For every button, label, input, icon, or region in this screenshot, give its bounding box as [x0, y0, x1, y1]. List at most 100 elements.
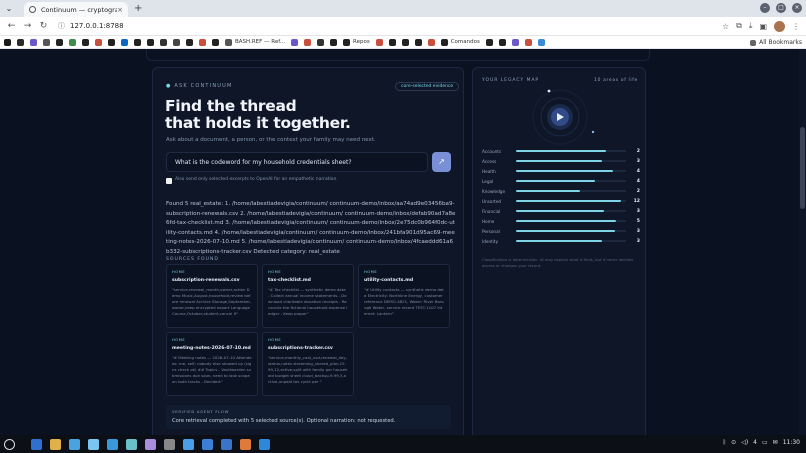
start-menu-icon[interactable] [4, 438, 15, 450]
taskbar-app-icon[interactable] [164, 438, 175, 450]
bookmark-item[interactable] [43, 38, 50, 46]
close-tab-icon[interactable]: × [117, 6, 123, 14]
bluetooth-icon[interactable]: ᛒ [723, 439, 727, 446]
new-tab-icon[interactable]: + [134, 3, 142, 14]
question-input[interactable]: What is the codeword for my household cr… [166, 152, 428, 172]
bookmark-item[interactable] [173, 38, 180, 46]
minimize-icon[interactable]: – [760, 3, 770, 13]
source-card[interactable]: HOME meeting-notes-2026-07-10.md "# Meet… [166, 332, 258, 396]
legacy-row-accounts[interactable]: Accounts 2 [482, 146, 640, 156]
legacy-row-home[interactable]: Home 5 [482, 216, 640, 226]
source-card[interactable]: HOME subscriptions-tracker.csv "service,… [262, 332, 354, 396]
bookmark-item[interactable] [108, 38, 115, 46]
bookmark-item[interactable] [82, 38, 89, 46]
reload-icon[interactable]: ↻ [38, 21, 49, 31]
taskbar-app-icon[interactable] [107, 438, 118, 450]
bookmark-item[interactable] [375, 38, 383, 46]
bookmark-item[interactable] [401, 38, 409, 46]
legacy-row-legal[interactable]: Legal 4 [482, 176, 640, 186]
bookmark-item[interactable] [186, 38, 193, 46]
source-card[interactable]: HOME utility-contacts.md "# Utility cont… [358, 264, 450, 328]
tab-continuum[interactable]: Continuum — cryptograph × [24, 2, 128, 17]
taskbar-app-icon[interactable] [221, 438, 232, 450]
all-bookmarks-button[interactable]: All Bookmarks [746, 36, 802, 48]
legacy-row-name: Home [482, 218, 495, 224]
legacy-row-count: 5 [636, 218, 640, 224]
taskbar-app-icon[interactable] [69, 438, 80, 450]
scrollbar-thumb[interactable] [800, 127, 805, 209]
legacy-row-financial[interactable]: Financial 3 [482, 206, 640, 216]
bookmark-item[interactable] [69, 38, 76, 46]
send-button[interactable]: ↗ [432, 152, 451, 172]
bookmark-item[interactable] [304, 38, 312, 46]
legacy-row-personal[interactable]: Personal 3 [482, 226, 640, 236]
bookmark-item[interactable]: Comandos [440, 38, 480, 46]
narration-checkbox[interactable] [166, 178, 172, 184]
source-card[interactable]: HOME tax-checklist.md "# Tax checklist —… [262, 264, 354, 328]
taskbar-app-icon[interactable] [50, 438, 61, 450]
volume-icon[interactable]: ◁) [741, 439, 748, 446]
back-icon[interactable]: ← [6, 21, 17, 31]
bookmark-star-icon[interactable]: ☆ [722, 22, 729, 31]
taskbar-app-icon[interactable] [259, 438, 270, 450]
bookmark-item[interactable] [330, 38, 338, 46]
address-bar[interactable]: ⓘ 127.0.0.1:8788 [54, 20, 722, 33]
clock[interactable]: 11:30 [783, 439, 800, 446]
source-card[interactable]: HOME subscription-renewals.csv "service,… [166, 264, 258, 328]
bookmark-item[interactable] [537, 38, 545, 46]
network-icon[interactable]: ⊙ [731, 439, 736, 446]
bookmark-item[interactable] [414, 38, 422, 46]
taskbar-app-icon[interactable] [126, 438, 137, 450]
bookmark-item[interactable] [427, 38, 435, 46]
bookmark-favicon-icon [173, 38, 180, 46]
menu-icon[interactable]: ⋮ [792, 22, 800, 31]
bookmark-item[interactable] [511, 38, 519, 46]
legacy-row-health[interactable]: Health 4 [482, 166, 640, 176]
download-icon[interactable]: ⤓ [749, 21, 753, 31]
bookmark-item[interactable] [121, 38, 128, 46]
bookmark-item[interactable]: Repos [343, 38, 370, 46]
legacy-row-unsorted[interactable]: Unsorted 12 [482, 196, 640, 206]
battery-icon[interactable]: ▭ [762, 439, 768, 446]
bookmark-item[interactable] [524, 38, 532, 46]
dot-icon: ● [166, 83, 172, 89]
taskbar-app-icon[interactable] [145, 438, 156, 450]
bookmark-item[interactable] [95, 38, 102, 46]
bookmark-item[interactable] [291, 38, 299, 46]
notifications-icon[interactable]: ✉ [773, 439, 778, 446]
extensions-icon[interactable]: ⧉ [736, 21, 742, 31]
legacy-row-identity[interactable]: Identity 3 [482, 236, 640, 246]
bookmark-item[interactable] [160, 38, 167, 46]
bookmark-item[interactable] [498, 38, 506, 46]
bookmark-item[interactable] [485, 38, 493, 46]
tab-search-icon[interactable]: ⌄ [3, 3, 15, 15]
bookmark-item[interactable]: BASH.REF — Ref... [225, 38, 285, 46]
bookmark-item[interactable] [147, 38, 154, 46]
maximize-icon[interactable]: □ [776, 3, 786, 13]
forward-icon[interactable]: → [22, 21, 33, 31]
bookmark-item[interactable] [212, 38, 219, 46]
source-kind: HOME [172, 338, 186, 342]
taskbar-app-icon[interactable] [202, 438, 213, 450]
scrollbar-track[interactable] [799, 49, 806, 435]
taskbar-app-icon[interactable] [88, 438, 99, 450]
tab-search-icon[interactable]: ▣ [759, 22, 767, 31]
bookmark-item[interactable] [317, 38, 325, 46]
legacy-row-access[interactable]: Access 3 [482, 156, 640, 166]
bookmark-item[interactable] [134, 38, 141, 46]
bookmark-item[interactable] [56, 38, 63, 46]
bookmark-item[interactable] [4, 38, 11, 46]
site-info-icon[interactable]: ⓘ [58, 21, 65, 31]
bookmark-item[interactable] [30, 38, 37, 46]
taskbar-app-icon[interactable] [31, 438, 42, 450]
close-window-icon[interactable]: × [792, 3, 802, 13]
profile-avatar[interactable] [774, 20, 785, 32]
taskbar-app-icon[interactable] [183, 438, 194, 450]
source-title: utility-contacts.md [364, 278, 414, 283]
taskbar-app-icon[interactable] [240, 438, 251, 450]
legacy-row-knowledge[interactable]: Knowledge 2 [482, 186, 640, 196]
bookmark-item[interactable] [17, 38, 24, 46]
bookmark-item[interactable] [199, 38, 206, 46]
bookmark-item[interactable] [388, 38, 396, 46]
legacy-row-bar [516, 180, 626, 182]
